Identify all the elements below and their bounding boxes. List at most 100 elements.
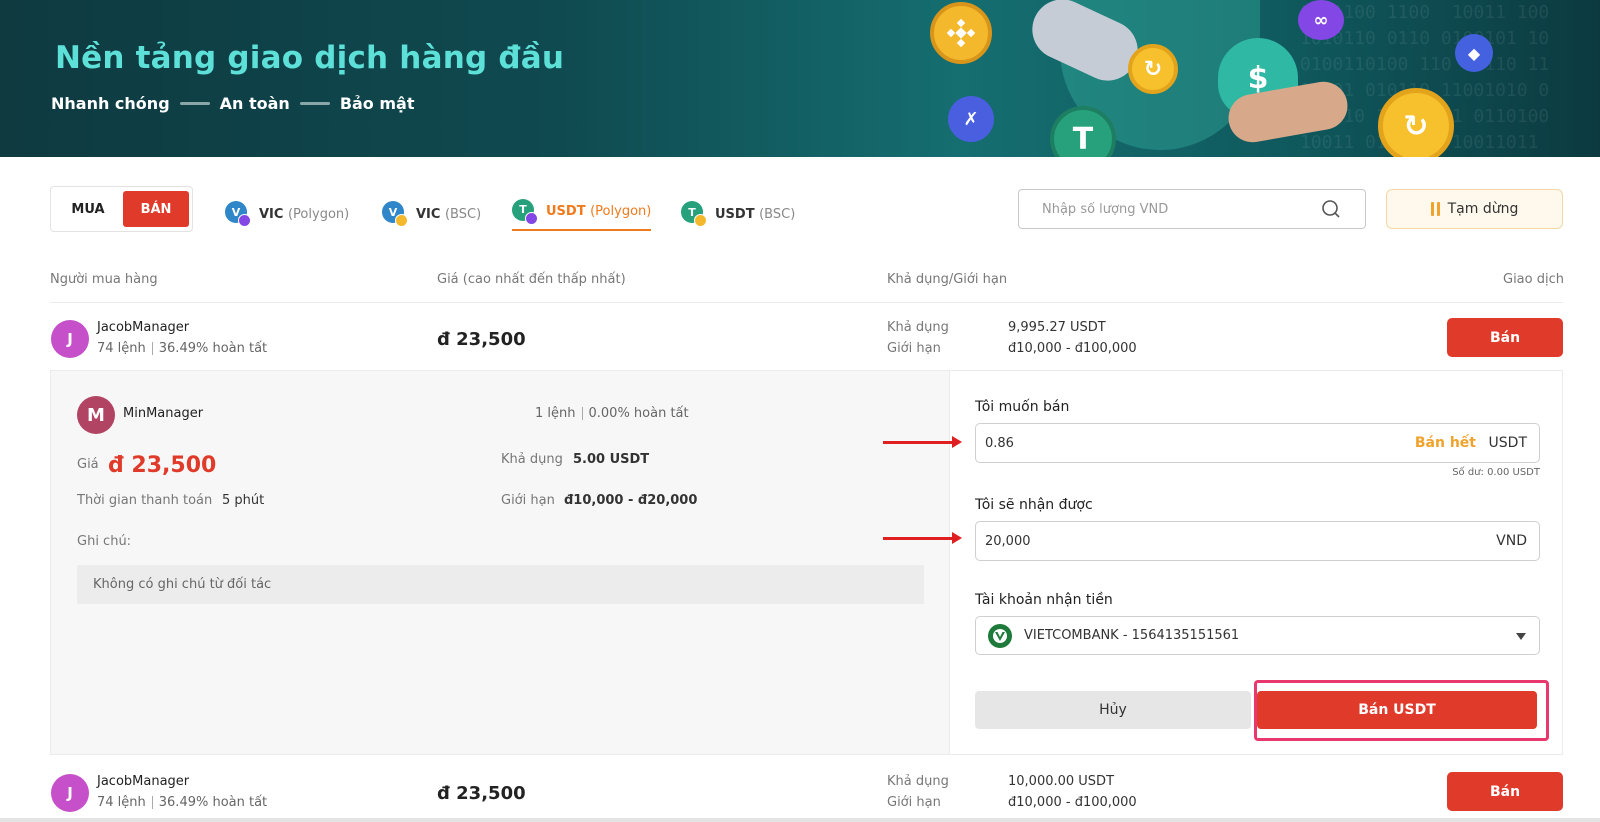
- row-price: đ 23,500: [437, 783, 526, 804]
- price-label: Giá: [77, 457, 99, 472]
- seller-stats: 1 lệnh 0.00% hoàn tất: [535, 406, 689, 421]
- tagline-secure: Bảo mật: [339, 94, 415, 113]
- seller-price: đ 23,500: [108, 453, 217, 478]
- tab-network: (Polygon): [287, 206, 350, 222]
- row-sell-button[interactable]: Bán: [1447, 772, 1563, 811]
- available-value: 9,995.27 USDT: [1008, 320, 1106, 335]
- seller-name: MinManager: [123, 406, 204, 421]
- usdt-token-icon: T: [512, 198, 538, 225]
- tagline-divider: [299, 102, 330, 105]
- sell-amount-label: Tôi muốn bán: [975, 399, 1070, 415]
- sell-unit: USDT: [1488, 435, 1527, 451]
- polygon-coin-icon: ∞: [1298, 0, 1344, 40]
- red-arrow-annotation: [883, 436, 962, 448]
- binance-coin-icon: [930, 2, 992, 64]
- vic-token-icon: V: [382, 201, 408, 227]
- usdt-token-icon: T: [681, 201, 707, 227]
- avatar: J: [51, 320, 89, 358]
- header-available: Khả dụng/Giới hạn: [887, 272, 1008, 287]
- limit-label: Giới hạn: [501, 493, 555, 508]
- tab-token-name: USDT: [546, 204, 586, 219]
- tagline-fast: Nhanh chóng: [51, 94, 170, 113]
- tagline-safe: An toàn: [219, 94, 290, 113]
- available-label: Khả dụng: [887, 774, 949, 789]
- buyer-completion: 36.49% hoàn tất: [158, 795, 268, 810]
- seller-info: M MinManager 1 lệnh 0.00% hoàn tất Giá đ …: [51, 371, 949, 754]
- receive-amount-value: 20,000: [985, 533, 1031, 549]
- bottom-border: [0, 818, 1600, 822]
- balance-text: Số dư: 0.00 USDT: [1452, 467, 1540, 478]
- available-label: Khả dụng: [501, 452, 563, 467]
- sell-amount-field[interactable]: 0.86 Bán hết USDT: [975, 423, 1540, 463]
- pay-time-value: 5 phút: [222, 493, 265, 508]
- header-buyer: Người mua hàng: [50, 272, 158, 287]
- note-label: Ghi chú:: [77, 534, 132, 549]
- vnd-amount-input[interactable]: [1042, 201, 1322, 217]
- limit-label: Giới hạn: [887, 341, 941, 356]
- vic-token-icon: V: [225, 201, 251, 227]
- buyer-stats: 74 lệnh 36.49% hoàn tất: [97, 795, 267, 810]
- tab-usdt-polygon[interactable]: T USDT (Polygon): [512, 194, 652, 231]
- ethereum-coin-icon: ◆: [1455, 34, 1493, 72]
- row-sell-button[interactable]: Bán: [1447, 318, 1563, 357]
- bank-account-select[interactable]: VIETCOMBANK - 1564135151561: [975, 616, 1540, 655]
- p2p-page: 0011100 1100 10011 100 1010110 0110 0100…: [0, 0, 1600, 822]
- seller-orders: 1 lệnh: [535, 406, 576, 421]
- buyer-orders: 74 lệnh: [97, 341, 146, 356]
- tab-network: (BSC): [759, 206, 796, 222]
- vietcombank-logo-icon: [988, 623, 1012, 648]
- tab-token-name: USDT: [715, 206, 755, 222]
- red-arrow-annotation: [883, 532, 962, 544]
- buy-toggle-button[interactable]: MUA: [55, 191, 121, 227]
- pause-icon: [1430, 202, 1440, 216]
- search-icon[interactable]: [1321, 199, 1341, 219]
- available-label: Khả dụng: [887, 320, 949, 335]
- tab-vic-bsc[interactable]: V VIC (BSC): [382, 194, 481, 234]
- available-value: 10,000.00 USDT: [1008, 774, 1115, 789]
- tab-usdt-bsc[interactable]: T USDT (BSC): [681, 194, 795, 234]
- note-box: Không có ghi chú từ đối tác: [77, 565, 924, 604]
- available-value: 5.00 USDT: [573, 452, 650, 467]
- tab-network: (BSC): [444, 206, 482, 222]
- highlight-annotation: [1254, 680, 1549, 741]
- bank-account-value: VIETCOMBANK - 1564135151561: [1024, 628, 1240, 643]
- pause-button[interactable]: Tạm dừng: [1386, 189, 1563, 229]
- limit-value: đ10,000 - đ100,000: [1008, 795, 1137, 810]
- ripple-coin-icon: ✗: [948, 96, 994, 142]
- pause-label: Tạm dừng: [1447, 201, 1519, 217]
- buyer-name: JacobManager: [97, 320, 190, 335]
- receive-unit: VND: [1496, 533, 1527, 549]
- buy-sell-toggle: MUA BÁN: [50, 186, 193, 232]
- header-action: Giao dịch: [1503, 272, 1564, 287]
- sell-all-button[interactable]: Bán hết: [1415, 435, 1476, 451]
- vnd-amount-search: [1018, 189, 1366, 229]
- gold-coin-icon: ↻: [1378, 88, 1454, 157]
- tab-vic-polygon[interactable]: V VIC (Polygon): [225, 194, 349, 234]
- avatar: J: [51, 774, 89, 812]
- buyer-orders: 74 lệnh: [97, 795, 146, 810]
- limit-label: Giới hạn: [887, 795, 941, 810]
- seller-completion: 0.00% hoàn tất: [588, 406, 689, 421]
- limit-value: đ10,000 - đ100,000: [1008, 341, 1137, 356]
- tagline-divider: [179, 102, 210, 105]
- buyer-name: JacobManager: [97, 774, 190, 789]
- receive-amount-label: Tôi sẽ nhận được: [975, 497, 1093, 513]
- tab-token-name: VIC: [416, 206, 441, 222]
- banner-title: Nền tảng giao dịch hàng đầu: [55, 40, 565, 76]
- avatar: M: [77, 396, 115, 434]
- row-price: đ 23,500: [437, 329, 526, 350]
- limit-value: đ10,000 - đ20,000: [564, 493, 698, 508]
- sell-amount-value: 0.86: [985, 435, 1014, 451]
- cancel-button[interactable]: Hủy: [975, 691, 1251, 729]
- banner-tagline: Nhanh chóng An toàn Bảo mật: [51, 94, 414, 113]
- receive-amount-field[interactable]: 20,000 VND: [975, 521, 1540, 561]
- tab-token-name: VIC: [259, 206, 284, 222]
- account-label: Tài khoản nhận tiền: [975, 592, 1113, 608]
- sell-toggle-button[interactable]: BÁN: [123, 191, 189, 227]
- header-price: Giá (cao nhất đến thấp nhất): [437, 272, 626, 287]
- header-divider: [50, 302, 1563, 303]
- buyer-stats: 74 lệnh 36.49% hoàn tất: [97, 341, 267, 356]
- hero-banner: 0011100 1100 10011 100 1010110 0110 0100…: [0, 0, 1600, 157]
- tab-network: (Polygon): [590, 204, 652, 219]
- buyer-completion: 36.49% hoàn tất: [158, 341, 268, 356]
